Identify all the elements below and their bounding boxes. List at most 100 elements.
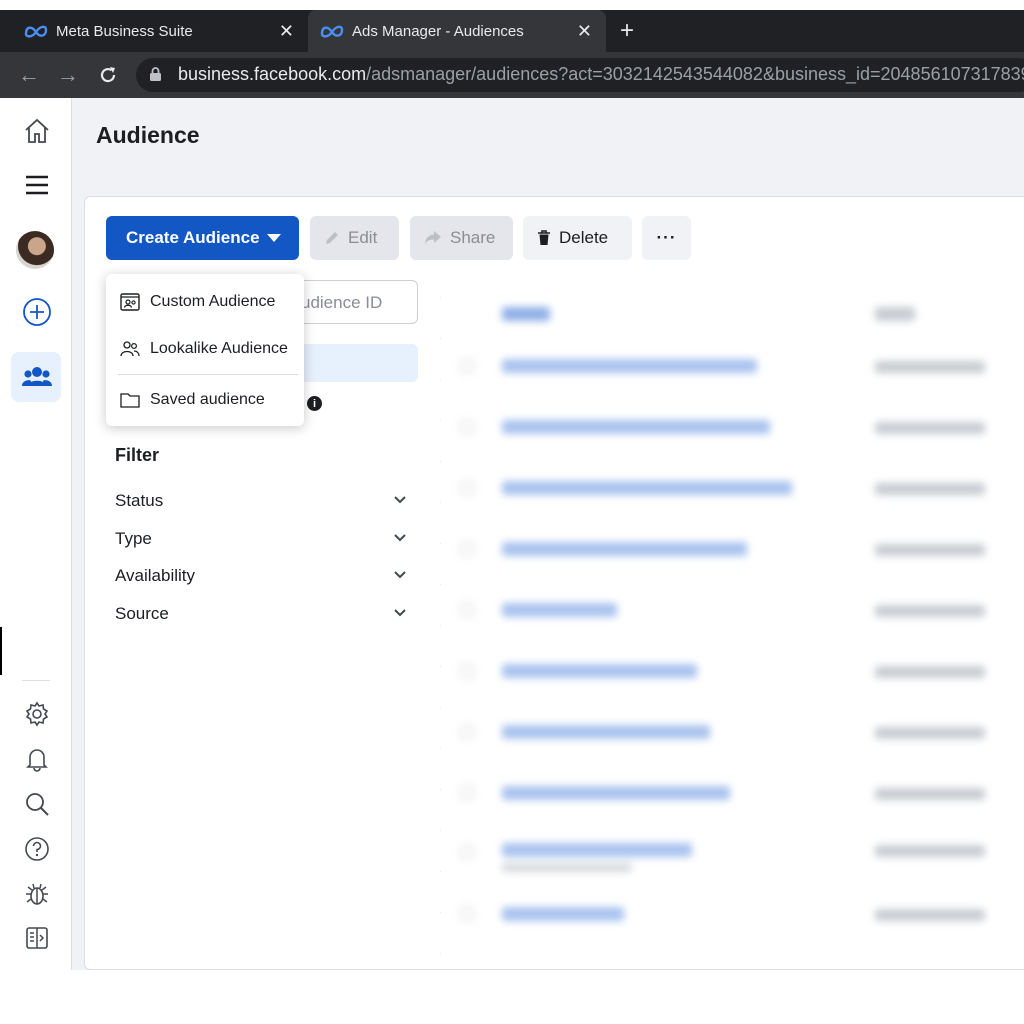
menu-item-lookalike-audience[interactable]: Lookalike Audience	[106, 329, 304, 369]
table-row	[502, 359, 757, 373]
row-checkbox	[460, 603, 474, 617]
audience-table-blurred	[450, 265, 1024, 965]
table-row-type	[875, 605, 985, 617]
close-icon[interactable]: ✕	[577, 21, 592, 41]
menu-item-label: Saved audience	[150, 391, 265, 408]
row-checkbox	[460, 542, 474, 556]
chevron-down-icon	[394, 571, 406, 579]
filter-availability[interactable]: Availability	[115, 566, 407, 586]
search-input[interactable]: udience ID	[290, 280, 418, 324]
help-icon[interactable]	[22, 834, 52, 864]
create-audience-button[interactable]: Create Audience	[106, 216, 299, 260]
url-field[interactable]: business.facebook.com/adsmanager/audienc…	[136, 58, 1024, 92]
column-header-type	[875, 307, 915, 321]
rail-divider	[22, 680, 50, 681]
filter-status[interactable]: Status	[115, 491, 407, 511]
row-checkbox	[460, 786, 474, 800]
menu-icon[interactable]	[22, 170, 52, 200]
meta-logo-icon	[24, 25, 48, 38]
delete-button[interactable]: Delete	[523, 216, 632, 260]
notifications-icon[interactable]	[22, 744, 52, 774]
table-row-type	[875, 727, 985, 739]
lookalike-icon	[120, 340, 140, 358]
filter-label: Source	[115, 604, 169, 623]
table-row-type	[875, 422, 985, 434]
chevron-down-icon	[394, 496, 406, 504]
create-audience-menu: Custom Audience Lookalike Audience Saved…	[106, 274, 304, 426]
more-options-button[interactable]: ···	[642, 216, 691, 260]
filter-label: Type	[115, 529, 152, 548]
chevron-down-icon	[394, 609, 406, 617]
caret-down-icon	[267, 234, 281, 242]
table-row-type	[875, 845, 985, 857]
filter-source[interactable]: Source	[115, 604, 407, 624]
trash-icon	[537, 230, 551, 246]
filter-label: Status	[115, 491, 164, 510]
forward-icon[interactable]: →	[57, 63, 79, 87]
table-row	[502, 420, 770, 434]
table-row-type	[875, 544, 985, 556]
row-checkbox	[460, 359, 474, 373]
table-row	[502, 603, 617, 617]
filter-title: Filter	[115, 445, 160, 465]
table-row-type	[875, 666, 985, 678]
lock-icon	[150, 67, 161, 81]
table-row-type	[875, 788, 985, 800]
menu-item-label: Lookalike Audience	[150, 340, 288, 357]
edge-marker	[0, 627, 2, 675]
menu-item-custom-audience[interactable]: Custom Audience	[106, 282, 304, 322]
url-text: business.facebook.com/adsmanager/audienc…	[178, 64, 1024, 85]
create-icon[interactable]	[22, 297, 52, 327]
meta-logo-icon	[320, 25, 344, 38]
column-divider	[440, 257, 441, 957]
tab-title: Meta Business Suite	[56, 22, 193, 40]
home-icon[interactable]	[22, 116, 52, 146]
page-title: Audience	[96, 122, 200, 148]
table-row-subtext	[502, 863, 632, 872]
table-row-type	[875, 483, 985, 495]
reload-icon[interactable]	[98, 65, 118, 85]
back-icon[interactable]: ←	[18, 63, 40, 87]
share-button[interactable]: Share	[410, 216, 513, 260]
address-bar-row: ← → business.facebook.com/adsmanager/aud…	[0, 52, 1024, 98]
edit-button[interactable]: Edit	[310, 216, 399, 260]
close-icon[interactable]: ✕	[279, 21, 294, 41]
folder-icon	[120, 391, 140, 409]
menu-item-label: Custom Audience	[150, 293, 276, 310]
tab-ads-manager-audiences[interactable]: Ads Manager - Audiences ✕	[308, 10, 606, 52]
filter-type[interactable]: Type	[115, 529, 407, 549]
plus-icon[interactable]: +	[620, 18, 634, 44]
left-rail	[0, 98, 72, 970]
filter-label: Availability	[115, 566, 196, 585]
table-row	[502, 725, 710, 739]
info-icon[interactable]: i	[307, 396, 322, 411]
settings-icon[interactable]	[22, 699, 52, 729]
url-path: /adsmanager/audiences?act=30321425435440…	[366, 64, 1024, 84]
search-button[interactable]	[290, 344, 418, 382]
sidebar-toggle-icon[interactable]	[22, 923, 52, 953]
row-checkbox	[460, 907, 474, 921]
main-content: Audience Create Audience Edit Share Dele…	[72, 98, 1024, 970]
create-audience-label: Create Audience	[126, 228, 260, 247]
row-checkbox	[460, 845, 474, 859]
tab-meta-business-suite[interactable]: Meta Business Suite ✕	[12, 10, 308, 52]
bug-icon[interactable]	[22, 879, 52, 909]
menu-divider	[118, 374, 298, 375]
delete-label: Delete	[559, 228, 609, 247]
share-icon	[424, 230, 442, 246]
edit-label: Edit	[348, 228, 378, 247]
url-host: business.facebook.com	[178, 64, 367, 84]
browser-tab-bar: Meta Business Suite ✕ Ads Manager - Audi…	[0, 10, 1024, 52]
chevron-down-icon	[394, 534, 406, 542]
table-row	[502, 542, 747, 556]
table-row-type	[875, 909, 985, 921]
search-icon[interactable]	[22, 789, 52, 819]
table-row	[502, 786, 730, 800]
row-checkbox	[460, 420, 474, 434]
table-row	[502, 481, 792, 495]
audiences-icon[interactable]	[22, 362, 52, 392]
column-header-name	[502, 307, 550, 321]
avatar[interactable]	[16, 231, 54, 269]
menu-item-saved-audience[interactable]: Saved audience	[106, 380, 304, 420]
table-row	[502, 664, 697, 678]
